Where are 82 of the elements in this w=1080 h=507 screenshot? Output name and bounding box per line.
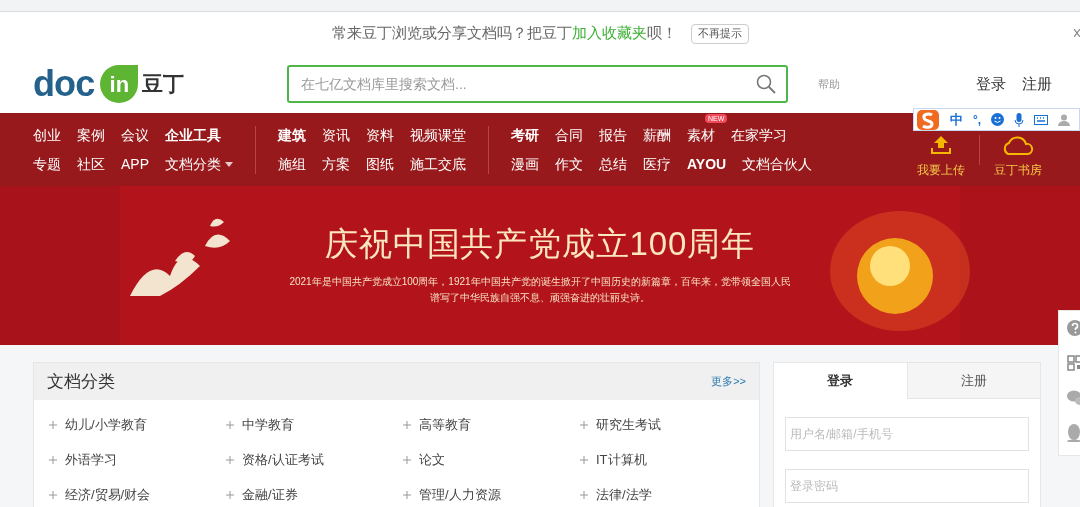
nav-link[interactable]: 考研	[511, 124, 539, 146]
nav-link[interactable]: 素材	[687, 124, 715, 146]
nav-link[interactable]: 文档分类	[165, 153, 221, 175]
qr-code-icon[interactable]	[1067, 355, 1080, 371]
nav-link[interactable]: 报告	[599, 124, 627, 146]
plus-icon	[226, 490, 234, 499]
notice-text: 常来豆丁浏览或分享文档吗？把豆丁加入收藏夹呗！	[331, 23, 677, 44]
nav-link[interactable]: 总结	[599, 153, 627, 175]
nav-link[interactable]: 建筑	[278, 124, 306, 146]
category-link[interactable]: 外语学习	[65, 449, 117, 470]
nav-link[interactable]: 施组	[278, 153, 306, 175]
register-link[interactable]: 注册	[1022, 72, 1052, 96]
more-link[interactable]: 更多>>	[711, 373, 746, 390]
nav-link[interactable]: 视频课堂	[410, 124, 466, 146]
plus-icon	[49, 455, 57, 464]
plus-icon	[49, 490, 57, 499]
plus-icon	[403, 420, 411, 429]
nav-link[interactable]: 会议	[121, 124, 149, 146]
nav-link[interactable]: 企业工具	[165, 124, 221, 146]
search-icon[interactable]	[756, 74, 776, 94]
ime-punctuation[interactable]: °,	[973, 110, 982, 129]
nav-link[interactable]: 薪酬	[643, 124, 671, 146]
input-field[interactable]: 登录密码	[785, 469, 1029, 503]
banner-title: 庆祝中国共产党成立100周年	[325, 224, 755, 264]
category-link[interactable]: 中学教育	[242, 414, 294, 435]
plus-icon	[403, 490, 411, 499]
help-icon[interactable]	[1067, 320, 1080, 336]
category-link[interactable]: 资格/认证考试	[242, 449, 324, 470]
nav-link[interactable]: 漫画	[511, 153, 539, 175]
banner-text: 谱写了中华民族自强不息、顽强奋进的壮丽史诗。	[430, 291, 650, 305]
cloud-icon	[1001, 134, 1035, 155]
nav-link[interactable]: 专题	[33, 153, 61, 175]
nav-link[interactable]: AYOU	[687, 153, 727, 175]
nav-link[interactable]: 医疗	[643, 153, 671, 175]
category-link[interactable]: 论文	[419, 449, 445, 470]
nav-link[interactable]: 在家学习	[731, 124, 787, 146]
category-link[interactable]: 经济/贸易/财会	[65, 484, 151, 505]
user-icon[interactable]	[1058, 113, 1071, 126]
nav-link[interactable]: 作文	[555, 153, 583, 175]
nav-link[interactable]: 创业	[33, 124, 61, 146]
category-link[interactable]: 金融/证券	[242, 484, 298, 505]
keyboard-icon[interactable]	[1034, 114, 1049, 125]
nav-link[interactable]: APP	[121, 153, 149, 175]
nav-action-link[interactable]: 豆丁书房	[994, 160, 1042, 179]
category-link[interactable]: 高等教育	[419, 414, 471, 435]
login-tab[interactable]: 注册	[906, 363, 1040, 399]
microphone-icon[interactable]	[1014, 112, 1025, 127]
close-icon[interactable]	[1074, 29, 1080, 37]
search-field[interactable]: 在七亿文档库里搜索文档...	[287, 65, 788, 103]
penguin-icon[interactable]	[1067, 424, 1080, 442]
nav-link[interactable]: 图纸	[366, 153, 394, 175]
category-link[interactable]: 管理/人力资源	[419, 484, 501, 505]
plus-icon	[580, 490, 588, 499]
card-title: 文档分类	[47, 370, 115, 393]
ime-mode[interactable]: 中	[950, 109, 963, 130]
docin-logo: doc in 豆丁	[33, 65, 186, 103]
plus-icon	[580, 420, 588, 429]
category-link[interactable]: IT计算机	[596, 449, 647, 470]
emoji-icon[interactable]	[991, 113, 1005, 126]
upload-icon	[930, 134, 952, 155]
nav-link[interactable]: 资料	[366, 124, 394, 146]
banner-text: 2021年是中国共产党成立100周年，1921年中国共产党的诞生掀开了中国历史的新篇章，百年来，党带领全国人民	[289, 275, 791, 289]
input-field[interactable]: 用户名/邮箱/手机号	[785, 417, 1029, 451]
category-link[interactable]: 研究生考试	[596, 414, 661, 435]
nav-link[interactable]: 案例	[77, 124, 105, 146]
nav-link[interactable]: 文档合伙人	[742, 153, 813, 175]
nav-link[interactable]: 资讯	[322, 124, 350, 146]
chat-bubbles-icon[interactable]	[1067, 390, 1080, 406]
plus-icon	[226, 455, 234, 464]
nav-link[interactable]: 社区	[77, 153, 105, 175]
dismiss-button[interactable]: 不再提示	[690, 23, 749, 44]
nav-link[interactable]: 方案	[322, 153, 350, 175]
plus-icon	[403, 455, 411, 464]
plus-icon	[49, 420, 57, 429]
category-link[interactable]: 法律/法学	[596, 484, 652, 505]
nav-action-link[interactable]: 我要上传	[917, 160, 965, 179]
plus-icon	[580, 455, 588, 464]
login-link[interactable]: 登录	[976, 72, 1006, 96]
plus-icon	[226, 420, 234, 429]
nav-link[interactable]: 施工交底	[410, 153, 466, 175]
nav-link[interactable]: 合同	[555, 124, 583, 146]
category-link[interactable]: 幼儿/小学教育	[65, 414, 147, 435]
